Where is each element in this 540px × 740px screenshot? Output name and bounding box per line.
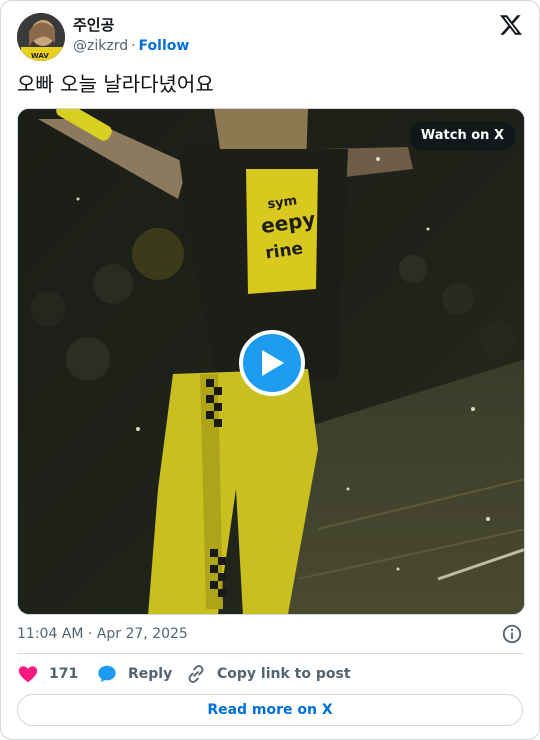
svg-text:WAV: WAV bbox=[31, 52, 49, 60]
reply-button[interactable]: Reply bbox=[96, 662, 172, 686]
tweet-actions: 171 Reply Copy link to post bbox=[17, 662, 523, 686]
x-logo-icon[interactable] bbox=[499, 13, 523, 37]
read-more-button[interactable]: Read more on X bbox=[17, 694, 523, 726]
display-name[interactable]: 주인공 bbox=[73, 15, 189, 35]
watch-on-x-button[interactable]: Watch on X bbox=[408, 121, 516, 151]
tweet-text: 오빠 오늘 날라다녔어요 bbox=[17, 72, 214, 96]
user-info: 주인공 @zikzrd · Follow bbox=[73, 15, 189, 56]
like-count: 171 bbox=[49, 666, 79, 682]
timestamp[interactable]: 11:04 AM · Apr 27, 2025 bbox=[17, 624, 188, 644]
avatar[interactable]: WAV bbox=[17, 13, 65, 61]
reply-label: Reply bbox=[128, 666, 173, 682]
play-icon bbox=[262, 350, 284, 376]
avatar-image: WAV bbox=[17, 13, 65, 61]
user-handle[interactable]: @zikzrd bbox=[73, 38, 128, 54]
follow-button[interactable]: Follow bbox=[139, 38, 190, 54]
separator: · bbox=[131, 38, 136, 54]
speech-bubble-icon bbox=[98, 665, 116, 683]
heart-icon bbox=[18, 666, 38, 683]
handle-row: @zikzrd · Follow bbox=[73, 36, 189, 56]
copy-link-label: Copy link to post bbox=[217, 666, 351, 682]
link-icon bbox=[188, 665, 204, 683]
copy-link-button[interactable]: Copy link to post bbox=[185, 662, 351, 686]
play-button[interactable] bbox=[239, 330, 305, 396]
video-player[interactable]: sym eepy rine Watch on X bbox=[17, 108, 525, 615]
divider bbox=[17, 653, 523, 654]
tweet-header: WAV 주인공 @zikzrd · Follow bbox=[17, 13, 523, 61]
like-button[interactable]: 171 bbox=[17, 662, 78, 686]
tweet-embed-card: WAV 주인공 @zikzrd · Follow 오빠 오늘 날라다녔어요 sy… bbox=[0, 0, 540, 740]
info-icon[interactable] bbox=[501, 623, 523, 645]
